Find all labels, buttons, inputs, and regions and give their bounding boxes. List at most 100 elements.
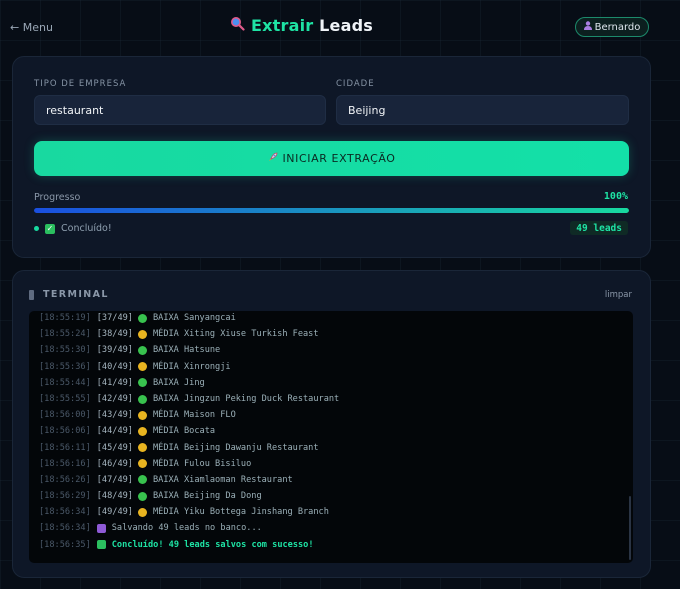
log-timestamp: [18:56:26] [39,474,91,485]
log-message: MÉDIA Beijing Dawanju Restaurant [152,442,319,453]
user-icon [583,21,592,33]
log-timestamp: [18:55:30] [39,345,91,356]
status-row: ✓ Concluído! [34,223,112,234]
start-button-label: INICIAR EXTRAÇÃO [282,152,396,165]
brand: Extrair Leads [230,16,373,35]
green-circle-icon [137,491,147,501]
log-line: [18:56:00] [43/49] MÉDIA Maison FLO [39,407,619,423]
log-line: [18:56:34] [49/49] MÉDIA Yiku Bottega Jins… [39,504,619,520]
log-message: MÉDIA Xiting Xiuse Turkish Feast [152,329,319,340]
yellow-circle-icon [137,459,147,469]
log-index: [47/49] [96,474,133,485]
log-timestamp: [18:55:55] [39,393,91,404]
status-text: Concluído! [61,223,112,234]
menu-back-link[interactable]: ← Menu [10,21,53,34]
log-message: BAIXA Xiamlaoman Restaurant [152,474,293,485]
brand-part-2: Leads [319,16,373,35]
user-button[interactable]: Bernardo [575,17,649,37]
city-label: CIDADE [336,79,375,89]
log-message: MÉDIA Fulou Bisiluo [152,458,252,469]
top-bar: ← Menu Extrair Leads Bernardo [0,0,680,56]
log-message: Concluído! 49 leads salvos com sucesso! [111,539,314,550]
progress-label: Progresso [34,192,81,203]
log-line: [18:56:11] [45/49] MÉDIA Beijing Dawanju R… [39,440,619,456]
yellow-circle-icon [137,329,147,339]
log-list: [18:55:19] [37/49] BAIXA Sanyangcai [18:55:… [39,311,619,553]
terminal-scrollbar[interactable] [629,496,631,560]
log-line: [18:55:19] [37/49] BAIXA Sanyangcai [39,311,619,326]
log-timestamp: [18:55:19] [39,313,91,323]
log-message: BAIXA Hatsune [152,345,221,356]
log-index: [40/49] [96,361,133,372]
green-circle-icon [137,394,147,404]
log-timestamp: [18:56:34] [39,507,91,518]
log-line: [18:55:24] [38/49] MÉDIA Xiting Xiuse Turk… [39,326,619,342]
log-message: Salvando 49 leads no banco... [111,523,262,534]
page-title: Extrair Leads [251,16,373,35]
log-line: [18:56:16] [46/49] MÉDIA Fulou Bisiluo [39,456,619,472]
log-line: [18:56:06] [44/49] MÉDIA Bocata [39,423,619,439]
log-index: [41/49] [96,377,133,388]
green-circle-icon [137,378,147,388]
progress-bar-fill [34,208,629,213]
log-message: BAIXA Beijing Da Dong [152,491,262,502]
company-type-label: TIPO DE EMPRESA [34,79,127,89]
log-timestamp: [18:56:00] [39,410,91,421]
yellow-circle-icon [137,410,147,420]
log-timestamp: [18:56:16] [39,458,91,469]
log-index: [49/49] [96,507,133,518]
floppy-disk-icon [96,524,106,534]
log-message: BAIXA Sanyangcai [152,313,236,323]
extraction-form-card: TIPO DE EMPRESA restaurant CIDADE Beijin… [12,56,651,258]
log-line: [18:56:34] Salvando 49 leads no banco... [39,520,619,536]
log-timestamp: [18:56:35] [39,539,91,550]
log-index: [42/49] [96,393,133,404]
check-icon: ✓ [45,223,55,234]
progress-percent: 100% [603,191,628,202]
city-input[interactable]: Beijing [336,95,629,125]
terminal-output[interactable]: [18:55:19] [37/49] BAIXA Sanyangcai [18:55:… [29,311,633,563]
log-line: [18:56:35] Concluído! 49 leads salvos com… [39,537,619,553]
log-message: MÉDIA Xinrongji [152,361,231,372]
log-index: [38/49] [96,329,133,340]
log-line: [18:55:55] [42/49] BAIXA Jingzun Peking Du… [39,391,619,407]
log-message: BAIXA Jingzun Peking Duck Restaurant [152,393,340,404]
log-line: [18:56:29] [48/49] BAIXA Beijing Da Dong [39,488,619,504]
rocket-icon [267,152,278,166]
log-index: [44/49] [96,426,133,437]
green-circle-icon [137,313,147,323]
terminal-icon [29,289,34,300]
start-extraction-button[interactable]: INICIAR EXTRAÇÃO [34,141,629,176]
yellow-circle-icon [137,362,147,372]
log-message: MÉDIA Maison FLO [152,410,236,421]
log-line: [18:56:26] [47/49] BAIXA Xiamlaoman Restau… [39,472,619,488]
log-index: [39/49] [96,345,133,356]
terminal-header: TERMINAL [29,289,109,300]
user-name: Bernardo [594,21,641,33]
log-timestamp: [18:56:06] [39,426,91,437]
log-timestamp: [18:55:24] [39,329,91,340]
log-index: [48/49] [96,491,133,502]
clear-terminal-button[interactable]: limpar [605,290,632,300]
magnifier-icon [230,16,245,35]
status-dot-icon [34,226,39,231]
yellow-circle-icon [137,507,147,517]
log-timestamp: [18:56:11] [39,442,91,453]
terminal-card: TERMINAL limpar [18:55:19] [37/49] BAIXA S… [12,270,651,578]
log-line: [18:55:30] [39/49] BAIXA Hatsune [39,342,619,358]
log-timestamp: [18:55:44] [39,377,91,388]
check-icon [96,540,106,550]
log-index: [45/49] [96,442,133,453]
yellow-circle-icon [137,443,147,453]
log-line: [18:55:36] [40/49] MÉDIA Xinrongji [39,359,619,375]
log-message: MÉDIA Yiku Bottega Jinshang Branch [152,507,329,518]
log-index: [37/49] [96,313,133,323]
log-timestamp: [18:55:36] [39,361,91,372]
log-message: BAIXA Jing [152,377,205,388]
company-type-input[interactable]: restaurant [34,95,326,125]
yellow-circle-icon [137,426,147,436]
green-circle-icon [137,475,147,485]
terminal-title: TERMINAL [43,289,109,300]
log-timestamp: [18:56:34] [39,523,91,534]
log-message: MÉDIA Bocata [152,426,216,437]
